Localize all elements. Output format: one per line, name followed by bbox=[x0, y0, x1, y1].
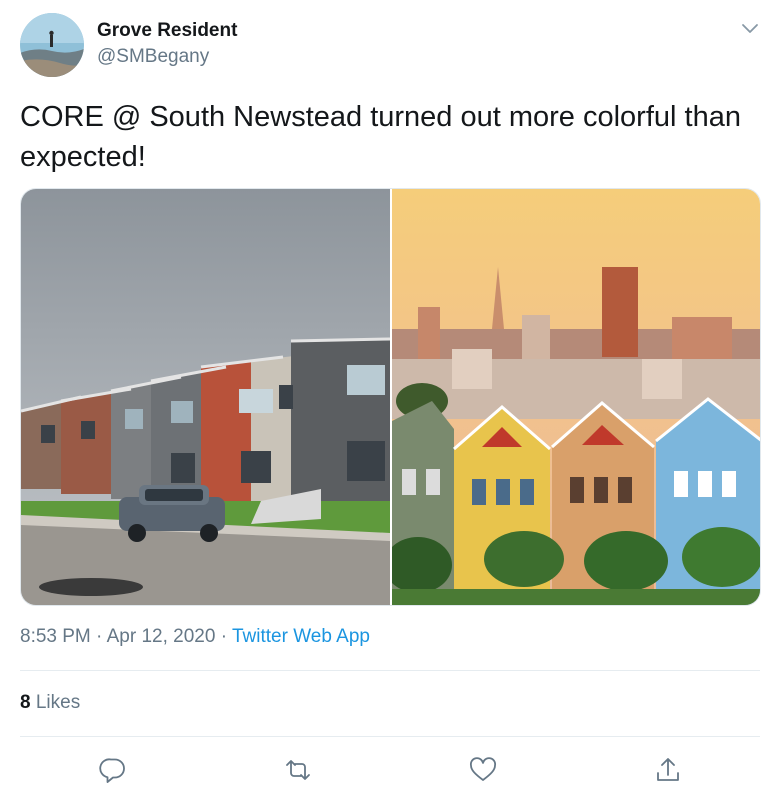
tweet-time[interactable]: 8:53 PM bbox=[20, 626, 91, 647]
heart-icon bbox=[470, 757, 496, 781]
tweet-date[interactable]: Apr 12, 2020 bbox=[107, 626, 216, 647]
tweet-meta: 8:53 PM · Apr 12, 2020 · Twitter Web App bbox=[20, 626, 370, 648]
meta-separator: · bbox=[220, 626, 228, 647]
likes-count[interactable]: 8 Likes bbox=[20, 692, 80, 714]
retweet-icon bbox=[286, 760, 310, 780]
share-button[interactable] bbox=[653, 755, 683, 785]
tweet-source-link[interactable]: Twitter Web App bbox=[232, 626, 370, 647]
user-handle[interactable]: @SMBegany bbox=[97, 46, 209, 68]
tweet: Grove Resident @SMBegany CORE @ South Ne… bbox=[0, 0, 780, 800]
share-icon bbox=[657, 758, 679, 781]
likes-number: 8 bbox=[20, 692, 31, 713]
display-name[interactable]: Grove Resident bbox=[97, 20, 237, 42]
reply-button[interactable] bbox=[98, 755, 128, 785]
photo-painted-ladies[interactable] bbox=[392, 189, 760, 605]
likes-label: Likes bbox=[30, 692, 81, 713]
reply-icon bbox=[99, 758, 125, 783]
retweet-button[interactable] bbox=[283, 755, 313, 785]
tweet-media bbox=[20, 188, 761, 606]
photo-modern-houses[interactable] bbox=[21, 189, 390, 605]
like-button[interactable] bbox=[468, 755, 498, 785]
chevron-down-icon[interactable] bbox=[738, 16, 762, 40]
tweet-text: CORE @ South Newstead turned out more co… bbox=[20, 101, 741, 173]
divider bbox=[20, 736, 760, 737]
divider bbox=[20, 670, 760, 671]
meta-separator: · bbox=[96, 626, 103, 647]
avatar[interactable] bbox=[20, 13, 84, 77]
